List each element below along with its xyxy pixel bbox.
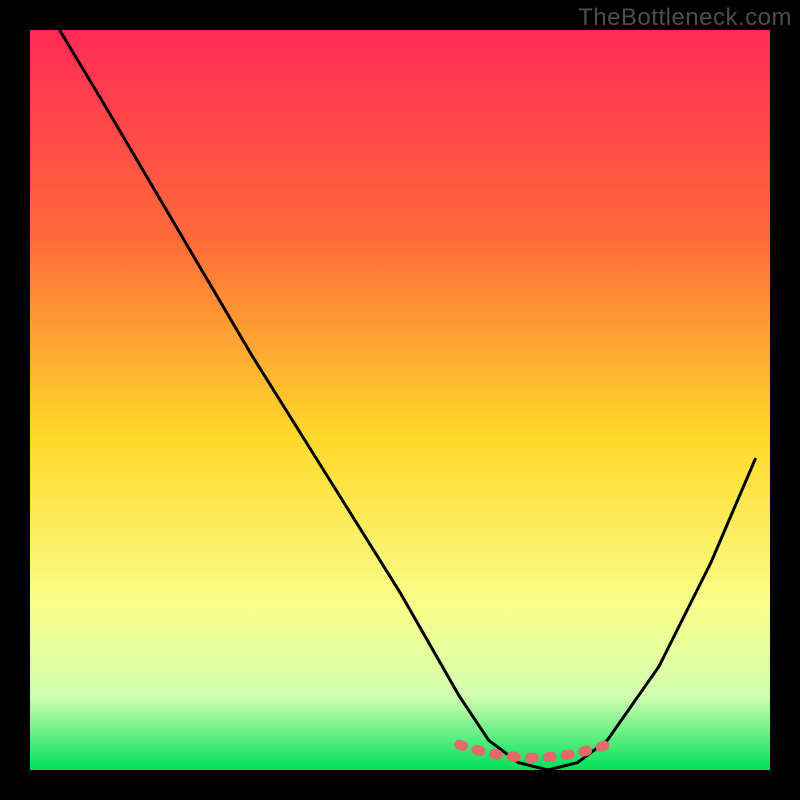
plot-background xyxy=(30,30,770,770)
bottleneck-chart xyxy=(0,0,800,800)
chart-frame: TheBottleneck.com xyxy=(0,0,800,800)
watermark-text: TheBottleneck.com xyxy=(578,4,792,32)
